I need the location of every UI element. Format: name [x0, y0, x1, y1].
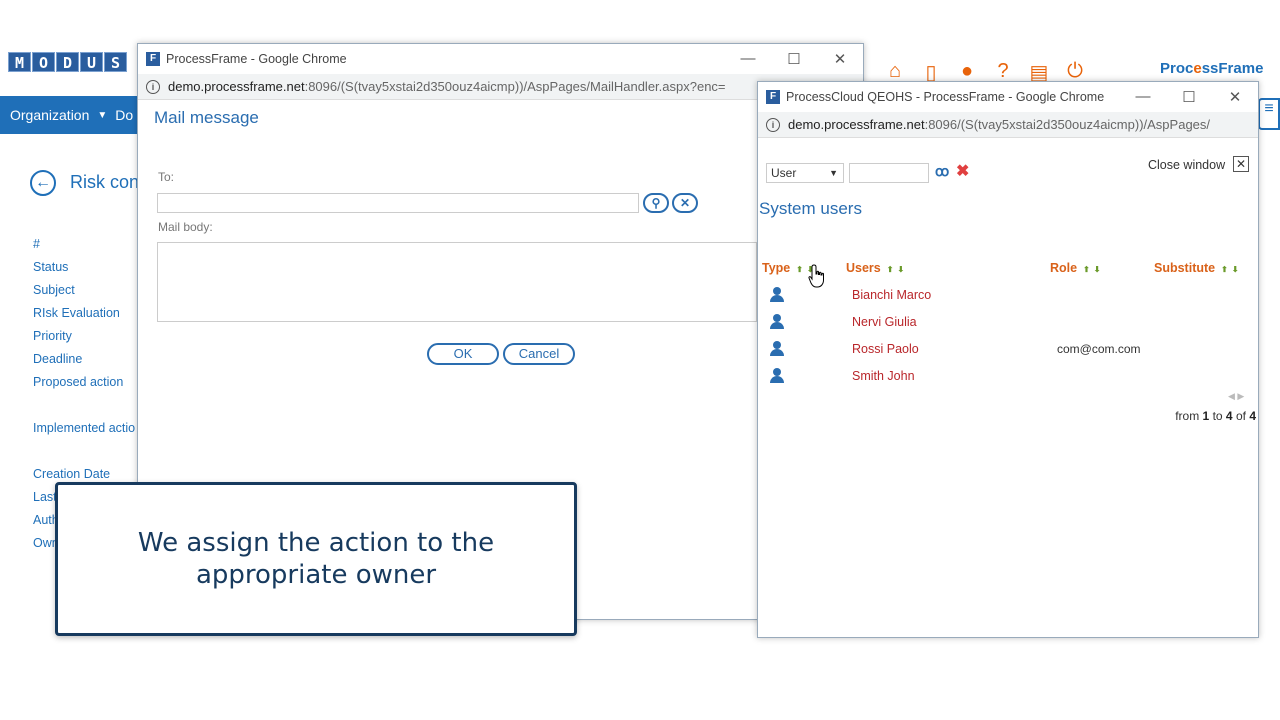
system-users-window: F ProcessCloud QEOHS - ProcessFrame - Go… — [757, 81, 1259, 638]
user-name-link[interactable]: Nervi Giulia — [852, 315, 917, 329]
pager-arrows-icon[interactable]: ◀ ▶ — [1228, 391, 1244, 402]
chevron-down-icon: ▼ — [829, 168, 838, 178]
user-name-link[interactable]: Bianchi Marco — [852, 288, 931, 302]
page-title: Risk con — [70, 172, 140, 192]
user-icon — [769, 314, 785, 330]
url-host: demo.processframe.net — [788, 117, 925, 132]
field-label: # — [33, 237, 40, 251]
modus-logo: MODUS — [8, 52, 127, 72]
window-titlebar[interactable]: F ProcessCloud QEOHS - ProcessFrame - Go… — [758, 82, 1258, 112]
column-header-users[interactable]: Users ⬆⬇ — [846, 261, 908, 275]
field-label: Subject — [33, 283, 75, 297]
close-window-label[interactable]: Close window — [1148, 158, 1225, 172]
chevron-down-icon: ▼ — [97, 109, 108, 121]
table-row[interactable]: Smith John — [758, 366, 1258, 393]
window-title: ProcessCloud QEOHS - ProcessFrame - Goog… — [786, 90, 1105, 104]
clear-filter-icon[interactable]: ✖ — [956, 161, 969, 181]
field-label: Implemented actio — [33, 421, 136, 435]
user-name-link[interactable]: Smith John — [852, 369, 915, 383]
menu-icon[interactable]: ≡ — [1258, 98, 1280, 130]
processframe-favicon-icon: F — [146, 52, 160, 66]
close-icon[interactable]: ✕ — [1212, 88, 1258, 106]
table-row[interactable]: Nervi Giulia — [758, 312, 1258, 339]
main-navbar: Organization ▼ Do — [0, 96, 140, 134]
field-label: RIsk Evaluation — [33, 306, 120, 320]
nav-organization[interactable]: Organization — [10, 107, 89, 123]
processframe-brand: ProcessFrame — [1160, 60, 1264, 77]
address-bar[interactable]: i demo.processframe.net:8096/(S(tvay5xst… — [758, 112, 1258, 138]
search-input[interactable] — [849, 163, 929, 183]
field-label: Proposed action — [33, 375, 124, 389]
nav-next[interactable]: Do — [115, 107, 133, 123]
maximize-icon[interactable]: ☐ — [771, 50, 817, 68]
mail-body-field[interactable] — [157, 242, 757, 322]
column-header-substitute[interactable]: Substitute ⬆⬇ — [1154, 261, 1243, 275]
info-icon[interactable]: i — [146, 79, 160, 94]
close-window-icon[interactable]: ✕ — [1233, 156, 1249, 172]
filter-type-select[interactable]: User ▼ — [766, 163, 844, 183]
user-icon — [769, 368, 785, 384]
minimize-icon[interactable]: — — [1120, 88, 1166, 106]
processframe-favicon-icon: F — [766, 90, 780, 104]
url-host: demo.processframe.net — [168, 79, 305, 94]
window-title: ProcessFrame - Google Chrome — [166, 52, 347, 66]
url-path: :8096/(S(tvay5xstai2d350ouz4aicmp))/AspP… — [304, 79, 726, 94]
window-titlebar[interactable]: F ProcessFrame - Google Chrome — ☐ ✕ — [138, 44, 863, 74]
user-role: com@com.com — [1057, 342, 1141, 356]
user-name-link[interactable]: Rossi Paolo — [852, 342, 919, 356]
caption-text: We assign the action to the appropriate … — [137, 528, 495, 590]
system-users-heading: System users — [759, 199, 862, 218]
mail-body-label: Mail body: — [158, 220, 213, 234]
users-content: User ▼ ꝏ ✖ Close window ✕ System users Ty… — [758, 139, 1258, 637]
table-row[interactable]: Rossi Paolo com@com.com — [758, 339, 1258, 366]
field-label: Status — [33, 260, 69, 274]
close-icon[interactable]: ✕ — [817, 50, 863, 68]
pager-info: from 1 to 4 of 4 — [1175, 409, 1256, 423]
field-label: Deadline — [33, 352, 83, 366]
back-arrow-icon[interactable]: ← — [30, 170, 56, 196]
field-label: Priority — [33, 329, 72, 343]
url-path: :8096/(S(tvay5xstai2d350ouz4aicmp))/AspP… — [924, 117, 1211, 132]
address-bar[interactable]: i demo.processframe.net:8096/(S(tvay5xst… — [138, 74, 863, 100]
binoculars-search-icon[interactable]: ꝏ — [935, 163, 949, 180]
to-field[interactable] — [157, 193, 639, 213]
sort-arrows-icon[interactable]: ⬆⬇ — [1083, 265, 1104, 274]
user-icon — [769, 341, 785, 357]
to-label: To: — [158, 170, 175, 184]
table-row[interactable]: Bianchi Marco — [758, 285, 1258, 312]
minimize-icon[interactable]: — — [725, 50, 771, 68]
search-icon[interactable]: ⚲ — [643, 193, 669, 213]
column-header-role[interactable]: Role ⬆⬇ — [1050, 261, 1105, 275]
clear-icon[interactable]: ✕ — [672, 193, 698, 213]
sort-arrows-icon[interactable]: ⬆⬇ — [1221, 265, 1242, 274]
field-label — [33, 397, 135, 420]
hand-cursor-icon — [808, 264, 824, 288]
sort-arrows-icon[interactable]: ⬆⬇ — [887, 265, 908, 274]
ok-button[interactable]: OK — [427, 343, 499, 365]
user-icon — [769, 287, 785, 303]
maximize-icon[interactable]: ☐ — [1166, 88, 1212, 106]
tutorial-caption: We assign the action to the appropriate … — [55, 482, 577, 636]
mail-heading: Mail message — [154, 108, 259, 127]
cancel-button[interactable]: Cancel — [503, 343, 575, 365]
field-label — [33, 443, 135, 466]
info-icon[interactable]: i — [766, 117, 780, 132]
